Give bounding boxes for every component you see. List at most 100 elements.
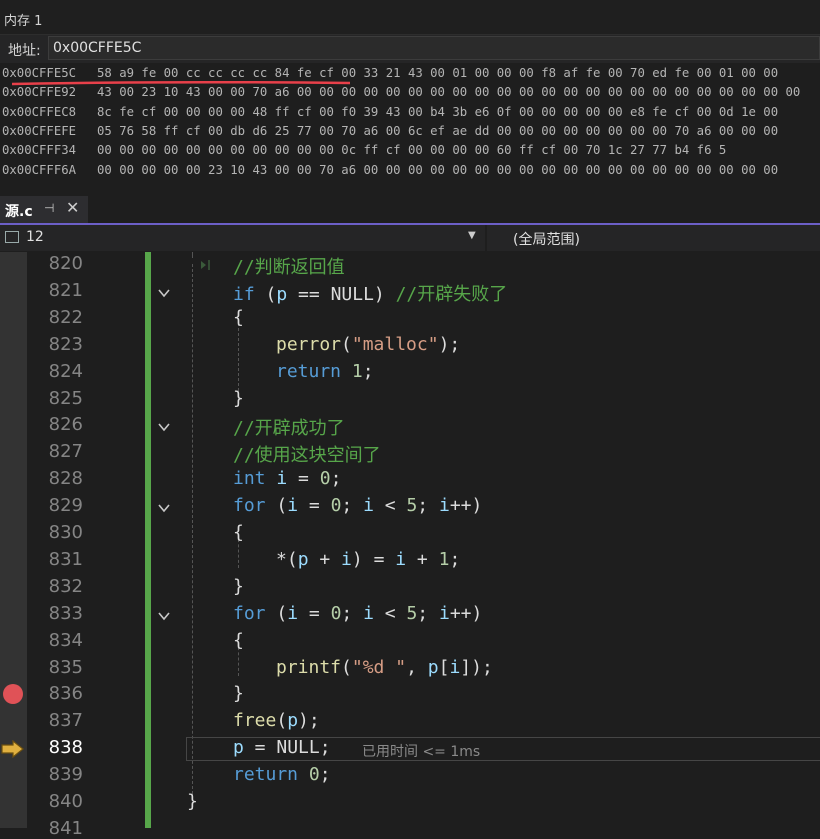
memory-row[interactable]: 0x00CFFEC8 8c fe cf 00 00 00 00 48 ff cf … bbox=[2, 105, 778, 125]
line-number: 826 bbox=[48, 414, 83, 436]
code-token: "%d " bbox=[351, 656, 407, 678]
code-line[interactable]: return 0; bbox=[233, 764, 331, 785]
pin-icon[interactable]: ⊣ bbox=[44, 201, 54, 215]
code-token: ; bbox=[341, 495, 364, 517]
project-icon bbox=[5, 231, 19, 243]
line-number: 822 bbox=[48, 306, 83, 328]
code-token: 0 bbox=[330, 495, 342, 517]
memory-row-address: 0x00CFFEFE bbox=[2, 123, 77, 138]
code-line[interactable]: { bbox=[233, 522, 244, 543]
memory-row-bytes: 8c fe cf 00 00 00 00 48 ff cf 00 f0 39 4… bbox=[97, 104, 779, 119]
indent-guide bbox=[192, 264, 193, 799]
code-token: i bbox=[287, 602, 299, 624]
code-line[interactable]: perror("malloc"); bbox=[276, 334, 460, 355]
line-number: 832 bbox=[48, 575, 83, 597]
code-token: i bbox=[363, 602, 374, 624]
tab-label: 源.c bbox=[5, 204, 33, 220]
memory-row[interactable]: 0x00CFFF34 00 00 00 00 00 00 00 00 00 00 … bbox=[2, 143, 726, 163]
code-token: for bbox=[233, 495, 266, 517]
line-number: 828 bbox=[48, 468, 83, 490]
code-token: { bbox=[233, 306, 244, 328]
code-token: i bbox=[341, 548, 352, 570]
code-token: ++) bbox=[449, 602, 483, 624]
memory-row[interactable]: 0x00CFFF6A 00 00 00 00 00 23 10 43 00 00 … bbox=[2, 163, 778, 183]
code-line[interactable]: free(p); bbox=[233, 710, 320, 731]
code-token: = bbox=[298, 602, 331, 624]
fold-chevron-icon[interactable] bbox=[158, 610, 170, 622]
memory-row[interactable]: 0x00CFFEFE 05 76 58 ff cf 00 db d6 25 77 … bbox=[2, 124, 778, 144]
code-line[interactable]: return 1; bbox=[276, 361, 374, 382]
project-dropdown[interactable]: 12 ▼ bbox=[0, 225, 484, 251]
address-input[interactable]: 0x00CFFE5C bbox=[48, 36, 820, 60]
line-number: 827 bbox=[48, 441, 83, 463]
code-token: } bbox=[187, 791, 198, 812]
line-number: 820 bbox=[48, 253, 83, 274]
code-token: 0 bbox=[330, 602, 342, 624]
line-number: 838 bbox=[48, 737, 83, 759]
code-token: == NULL) bbox=[287, 283, 396, 305]
code-line[interactable]: *(p + i) = i + 1; bbox=[276, 549, 460, 570]
code-token: //开辟成功了 bbox=[233, 418, 345, 440]
line-number: 821 bbox=[48, 279, 83, 301]
code-line[interactable]: } bbox=[187, 791, 198, 812]
code-token: free bbox=[233, 710, 277, 732]
code-line[interactable]: int i = 0; bbox=[233, 468, 341, 489]
code-token: , bbox=[406, 656, 428, 678]
code-token: { bbox=[233, 629, 244, 651]
code-token: //判断返回值 bbox=[233, 257, 345, 278]
code-token: ++) bbox=[449, 495, 483, 517]
code-line[interactable]: } bbox=[233, 388, 244, 409]
code-token: + bbox=[406, 548, 439, 570]
line-number: 841 bbox=[48, 817, 83, 839]
code-token: p bbox=[427, 656, 439, 678]
code-token: { bbox=[233, 522, 244, 543]
memory-row-bytes: 05 76 58 ff cf 00 db d6 25 77 00 70 a6 0… bbox=[97, 123, 779, 138]
fold-chevron-icon[interactable] bbox=[158, 502, 170, 514]
memory-window-title: 内存 1 bbox=[0, 0, 820, 35]
line-number: 835 bbox=[48, 656, 83, 678]
breakpoint-icon[interactable] bbox=[3, 684, 23, 704]
fold-chevron-icon[interactable] bbox=[158, 287, 170, 299]
close-icon[interactable]: ✕ bbox=[66, 198, 79, 217]
code-token: = bbox=[287, 468, 320, 490]
memory-row[interactable]: 0x00CFFE92 43 00 23 10 43 00 00 70 a6 00 … bbox=[2, 85, 800, 105]
code-token: < bbox=[373, 495, 407, 517]
code-line[interactable]: //判断返回值 bbox=[233, 253, 345, 279]
code-token: ( bbox=[265, 495, 288, 517]
line-number: 823 bbox=[48, 333, 83, 355]
code-token: i bbox=[438, 602, 450, 624]
code-line[interactable]: printf("%d ", p[i]); bbox=[276, 657, 493, 678]
code-token: } bbox=[233, 387, 244, 409]
fold-chevron-icon[interactable] bbox=[158, 421, 170, 433]
memory-window-title-text: 内存 1 bbox=[4, 14, 43, 29]
current-line-highlight bbox=[186, 737, 820, 761]
code-line[interactable]: { bbox=[233, 630, 244, 651]
scope-dropdown[interactable]: (全局范围) bbox=[487, 225, 820, 251]
code-line[interactable]: { bbox=[233, 307, 244, 328]
line-number: 824 bbox=[48, 360, 83, 382]
code-token: < bbox=[373, 602, 407, 624]
memory-row-address: 0x00CFFF6A bbox=[2, 162, 77, 177]
code-line[interactable]: } bbox=[233, 683, 244, 704]
code-line[interactable]: //开辟成功了 bbox=[233, 414, 345, 440]
line-number: 830 bbox=[48, 522, 83, 543]
code-line[interactable]: for (i = 0; i < 5; i++) bbox=[233, 495, 482, 516]
code-token: 0 bbox=[308, 764, 320, 786]
code-token: ; bbox=[330, 468, 342, 490]
code-token: i bbox=[287, 495, 299, 517]
code-line[interactable]: //使用这块空间了 bbox=[233, 441, 381, 467]
code-token: ]); bbox=[460, 656, 493, 678]
code-token: ); bbox=[298, 710, 320, 732]
scope-dropdown-value: (全局范围) bbox=[513, 232, 580, 248]
code-line[interactable]: for (i = 0; i < 5; i++) bbox=[233, 603, 482, 624]
code-token: //开辟失败了 bbox=[395, 283, 508, 305]
tab-source-c[interactable]: 源.c ⊣ ✕ bbox=[0, 196, 88, 223]
line-number: 825 bbox=[48, 387, 83, 409]
code-line[interactable]: if (p == NULL) //开辟失败了 bbox=[233, 280, 507, 306]
code-token: perror bbox=[276, 333, 342, 355]
code-token: return bbox=[276, 360, 342, 382]
memory-row-address: 0x00CFFF34 bbox=[2, 143, 77, 158]
code-line[interactable]: } bbox=[233, 576, 244, 597]
